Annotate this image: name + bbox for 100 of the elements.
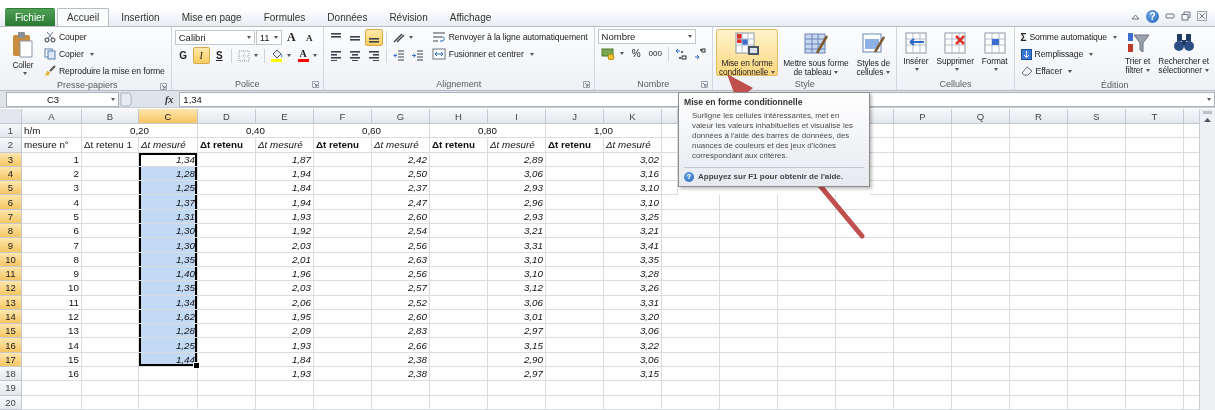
column-header[interactable]: F	[314, 109, 372, 124]
paste-button[interactable]: Coller	[7, 29, 39, 76]
column-header[interactable]: P	[894, 109, 952, 124]
ribbon-tab[interactable]: Données	[317, 8, 378, 26]
row-header[interactable]: 8	[0, 224, 22, 239]
ribbon-tab[interactable]: Affichage	[439, 8, 502, 26]
row-header[interactable]: 18	[0, 367, 22, 382]
split-handle-icon[interactable]	[1203, 111, 1212, 114]
number-format-field[interactable]: Nombre	[597, 29, 696, 44]
fill-button[interactable]: Remplissage	[1017, 46, 1121, 62]
column-header[interactable]: J	[546, 109, 604, 124]
table-cell: 2,54	[372, 224, 430, 239]
cells-button[interactable]: Insérer	[900, 29, 932, 76]
table-cell	[720, 367, 778, 382]
table-cell	[1126, 195, 1184, 210]
table-cell: 2,93	[488, 181, 546, 196]
table-cell: 3,12	[488, 281, 546, 296]
column-header[interactable]: S	[1068, 109, 1126, 124]
column-header[interactable]: K	[604, 109, 662, 124]
copy-icon	[44, 48, 56, 60]
dialog-launcher-icon[interactable]	[582, 81, 590, 88]
dialog-launcher-icon[interactable]	[311, 81, 319, 88]
copy-button[interactable]: Copier	[41, 46, 168, 62]
cells-button[interactable]: Supprimer	[933, 29, 977, 76]
table-cell	[1068, 224, 1126, 239]
row-header[interactable]: 9	[0, 238, 22, 253]
splitter-handle[interactable]	[119, 91, 133, 107]
table-cell	[22, 381, 82, 396]
column-header[interactable]: R	[1010, 109, 1068, 124]
row-header[interactable]: 19	[0, 381, 22, 396]
row-header[interactable]: 6	[0, 195, 22, 210]
row-header[interactable]: 12	[0, 281, 22, 296]
font-color-button[interactable]: A	[294, 47, 320, 64]
grow-font-button[interactable]: A	[282, 29, 300, 46]
bold-button[interactable]: G	[174, 47, 192, 64]
cells-button[interactable]: Format	[978, 29, 1011, 76]
table-cell	[1010, 324, 1068, 339]
table-cell: Δt mesuré	[372, 138, 430, 153]
column-header[interactable]: A	[22, 109, 82, 124]
format-painter-button[interactable]: Reproduire la mise en forme	[41, 63, 168, 79]
ribbon-tab[interactable]: Formules	[253, 8, 316, 26]
ribbon-tab[interactable]: Mise en page	[171, 8, 252, 26]
style-button[interactable]: Mise en forme conditionnelle	[715, 29, 779, 76]
file-tab[interactable]: Fichier	[5, 8, 55, 26]
ribbon-tab[interactable]: Insertion	[111, 8, 170, 26]
table-cell	[1126, 138, 1184, 153]
column-header[interactable]: H	[430, 109, 488, 124]
column-header[interactable]: I	[488, 109, 546, 124]
vertical-scrollbar[interactable]	[1199, 109, 1215, 410]
column-header[interactable]: B	[82, 109, 139, 124]
clear-button[interactable]: Effacer	[1017, 63, 1121, 79]
row-header[interactable]: 1	[0, 124, 22, 139]
name-box[interactable]: C3	[6, 91, 119, 107]
column-header[interactable]: E	[256, 109, 314, 124]
row-header[interactable]: 2	[0, 138, 22, 153]
find-select-button[interactable]: Rechercher et sélectionner	[1155, 29, 1213, 76]
font-name-field[interactable]: Calibri	[174, 30, 255, 45]
row-header[interactable]: 16	[0, 338, 22, 353]
percent-button[interactable]: %	[627, 45, 645, 62]
column-header[interactable]: D	[198, 109, 256, 124]
dialog-launcher-icon[interactable]	[159, 83, 167, 90]
restore-icon[interactable]	[1181, 11, 1191, 21]
eraser-icon	[1020, 66, 1033, 76]
ribbon-tab[interactable]: Révision	[379, 8, 438, 26]
underline-button[interactable]: S	[210, 47, 228, 64]
cut-button[interactable]: Couper	[41, 29, 168, 45]
scroll-up-icon[interactable]	[1203, 117, 1212, 123]
table-cell: 1,94	[256, 195, 314, 210]
table-cell	[546, 367, 604, 382]
column-header[interactable]: C	[139, 109, 198, 124]
ribbon-tab[interactable]: Accueil	[57, 8, 110, 26]
style-button[interactable]: Mettre sous forme de tableau	[780, 29, 852, 76]
insert-function-button[interactable]: fx	[163, 93, 176, 105]
font-size-field[interactable]: 11	[255, 30, 282, 45]
sort-filter-button[interactable]: Trier et filtrer	[1122, 29, 1154, 76]
table-cell: 2,09	[256, 324, 314, 339]
table-cell	[836, 195, 894, 210]
italic-button[interactable]: I	[192, 47, 210, 64]
fill-handle[interactable]	[193, 362, 200, 370]
style-button[interactable]: Styles de cellules	[853, 29, 894, 76]
collapse-ribbon-icon[interactable]	[1131, 12, 1140, 20]
table-cell	[198, 381, 256, 396]
close-icon[interactable]	[1197, 11, 1207, 21]
column-header[interactable]: Q	[952, 109, 1010, 124]
minimize-icon[interactable]	[1165, 12, 1175, 20]
table-cell: 4	[22, 195, 82, 210]
table-cell: 0,40	[198, 124, 314, 139]
thousands-button[interactable]: 000	[645, 45, 665, 62]
vertical-align-button[interactable]	[364, 29, 383, 46]
merge-center-button[interactable]: Fusionner et centrer	[428, 46, 591, 62]
row-header[interactable]: 5	[0, 181, 22, 196]
row-header[interactable]: 15	[0, 324, 22, 339]
wrap-text-button[interactable]: Renvoyer à la ligne automatiquement	[428, 29, 591, 45]
column-header[interactable]: G	[372, 109, 430, 124]
format-cells-icon	[982, 31, 1007, 55]
column-header[interactable]: T	[1126, 109, 1184, 124]
dialog-launcher-icon[interactable]	[700, 81, 708, 88]
shrink-font-button[interactable]: A	[300, 29, 318, 46]
autosum-button[interactable]: Σ Somme automatique	[1017, 29, 1121, 45]
table-cell	[870, 138, 894, 153]
